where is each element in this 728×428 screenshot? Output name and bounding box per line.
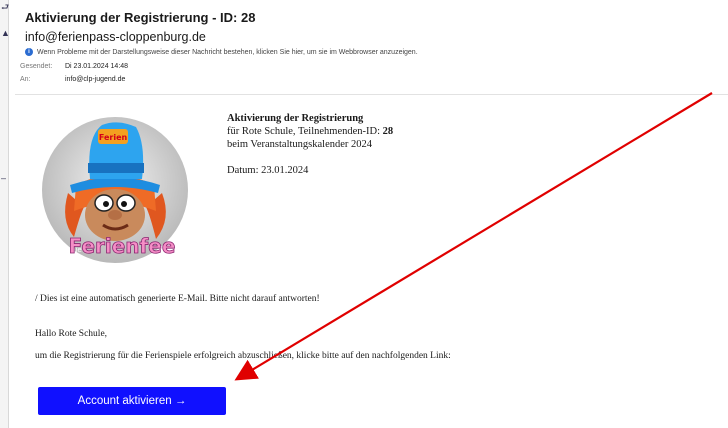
- email-subject: Aktivierung der Registrierung - ID: 28: [25, 10, 256, 25]
- registration-info: Aktivierung der Registrierung für Rote S…: [227, 112, 393, 177]
- registration-line-event: beim Veranstaltungskalender 2024: [227, 139, 373, 150]
- registration-title: Aktivierung der Registrierung: [227, 113, 364, 124]
- display-notice-text: Wenn Probleme mit der Darstellungsweise …: [37, 48, 418, 56]
- ferienfee-logo: Ferien Die Ferienfee: [42, 117, 188, 263]
- participant-id: 28: [382, 126, 394, 137]
- activate-account-button[interactable]: Account aktivieren →: [38, 387, 226, 415]
- info-icon: i: [25, 48, 33, 56]
- email-body: Ferien Die Ferienfee Aktivierung der Reg…: [15, 95, 728, 428]
- greeting: Hallo Rote Schule,: [35, 329, 108, 339]
- instruction-text: um die Registrierung für die Ferienspiel…: [35, 351, 451, 361]
- left-pane-strip: ⮐ ▲ –: [0, 0, 10, 428]
- participant-text: für Rote Schule, Teilnehmenden-ID:: [227, 126, 383, 137]
- registration-line-participant: für Rote Schule, Teilnehmenden-ID: 28: [227, 125, 393, 138]
- hat-badge-text: Ferien: [99, 133, 128, 142]
- sender-address[interactable]: info@ferienpass-cloppenburg.de: [25, 30, 206, 44]
- collapse-icon[interactable]: ▲: [1, 28, 10, 38]
- to-row: An: info@clp-jugend.de: [20, 76, 125, 83]
- to-label: An:: [20, 76, 31, 83]
- message-header: Aktivierung der Registrierung - ID: 28 i…: [15, 0, 728, 94]
- divider-handle-icon[interactable]: –: [1, 173, 6, 183]
- to-value[interactable]: info@clp-jugend.de: [65, 76, 125, 83]
- brand-wordmark: Ferienfee: [69, 234, 176, 258]
- display-notice[interactable]: i Wenn Probleme mit der Darstellungsweis…: [25, 48, 418, 56]
- sent-value: Di 23.01.2024 14:48: [65, 63, 129, 70]
- auto-generated-note: / Dies ist eine automatisch generierte E…: [35, 294, 320, 304]
- sent-row: Gesendet: Di 23.01.2024 14:48: [20, 63, 128, 70]
- sent-label: Gesendet:: [20, 63, 53, 70]
- registration-date: Datum: 23.01.2024: [227, 165, 309, 176]
- reply-icon[interactable]: ⮐: [1, 2, 9, 12]
